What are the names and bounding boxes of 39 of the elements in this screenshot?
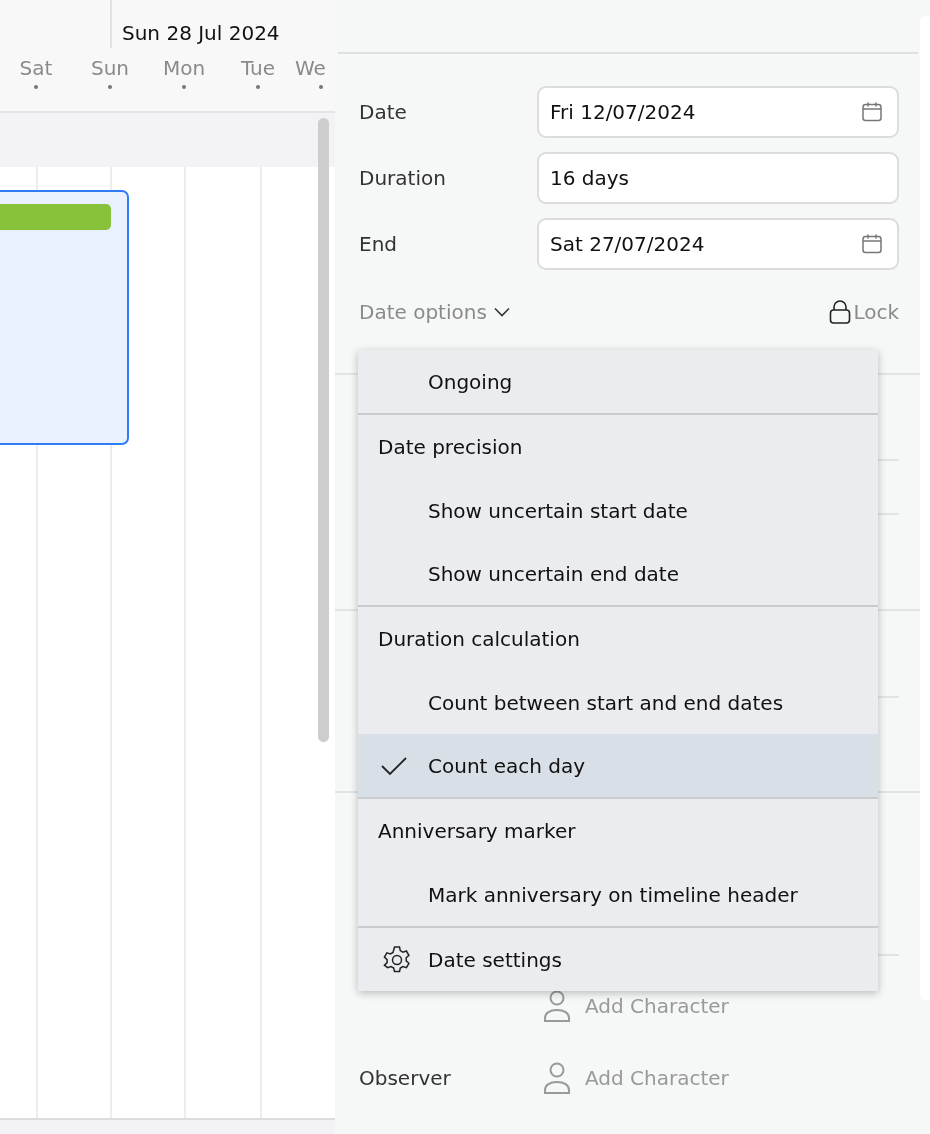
chevron-down-icon [492,307,511,317]
calendar-icon[interactable] [861,233,883,255]
person-icon [543,1062,571,1094]
menu-option[interactable]: Ongoing [358,350,878,413]
menu-option[interactable]: Show uncertain end date [358,542,878,605]
menu-option[interactable]: Count each day [358,734,878,797]
menu-option[interactable]: Show uncertain start date [358,479,878,542]
day-label: Mon [162,56,206,80]
day-dot [34,85,38,89]
menu-item[interactable]: Date settings [358,928,878,991]
event-card[interactable] [0,190,129,445]
day-dot [256,85,260,89]
person-icon [543,990,571,1022]
menu-option[interactable]: Mark anniversary on timeline header [358,863,878,926]
date-field[interactable]: Fri 12/07/2024 [537,86,899,138]
date-field[interactable]: Sat 27/07/2024 [537,218,899,270]
field-label: End [359,232,398,256]
menu-section-header: Date precision [377,434,524,461]
day-label: Sat [19,56,53,80]
calendar-icon[interactable] [861,101,883,123]
settings-icon [382,944,412,975]
field-label: Date [359,100,408,124]
header-date: Sun 28 Jul 2024 [122,21,280,45]
day-label: We [295,56,326,80]
input-field[interactable]: 16 days [537,152,899,204]
day-label: Sun [90,56,129,80]
field-label: Duration [359,166,447,190]
checkmark-icon [380,755,408,776]
scrollbar[interactable] [318,118,329,742]
day-dot [108,85,112,89]
day-dot [319,85,323,89]
menu-section-header: Anniversary marker [377,818,577,845]
menu-option[interactable]: Count between start and end dates [358,671,878,734]
day-label: Tue [240,56,276,80]
menu-section-header: Duration calculation [377,626,581,653]
lock-icon [829,299,852,325]
day-dot [182,85,186,89]
field-label: Observer [359,1066,452,1090]
scrollbar-track[interactable] [920,16,930,1000]
